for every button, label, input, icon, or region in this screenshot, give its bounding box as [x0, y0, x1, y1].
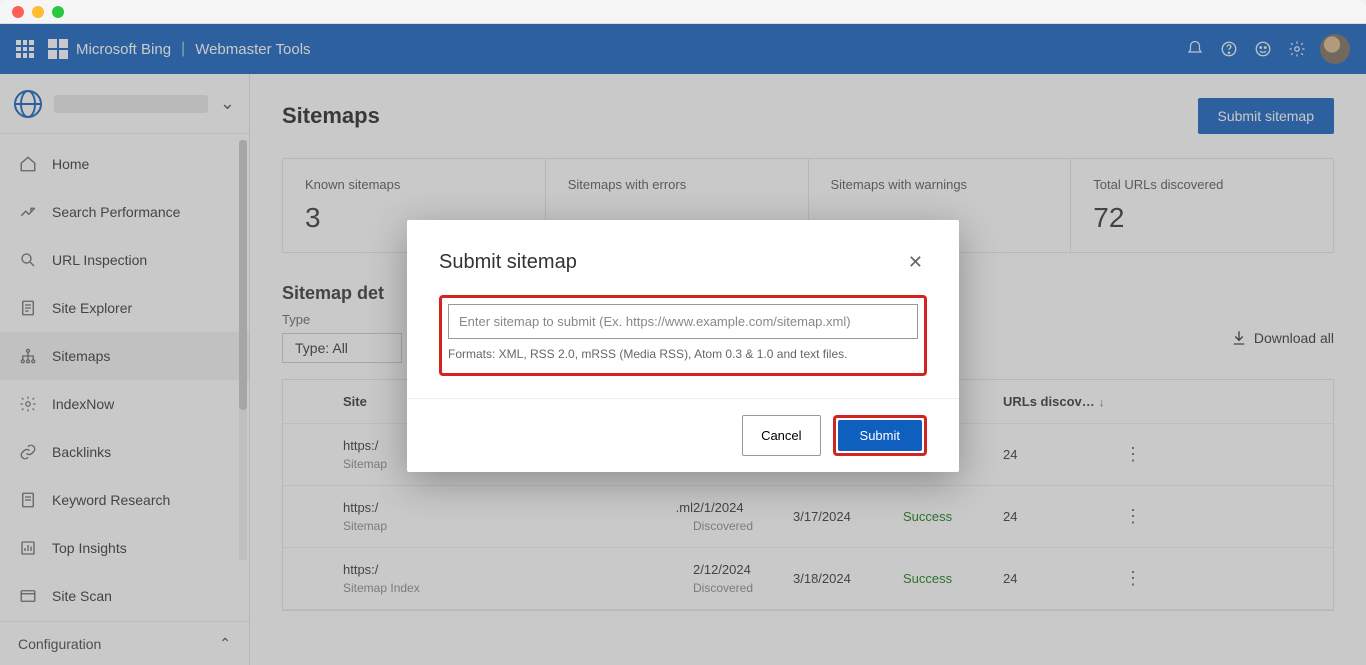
cancel-button[interactable]: Cancel	[742, 415, 820, 456]
submit-button[interactable]: Submit	[838, 420, 922, 451]
formats-hint: Formats: XML, RSS 2.0, mRSS (Media RSS),…	[448, 347, 918, 361]
submit-highlight: Submit	[833, 415, 927, 456]
submit-sitemap-modal: Submit sitemap ✕ Formats: XML, RSS 2.0, …	[407, 220, 959, 472]
window-maximize-button[interactable]	[52, 6, 64, 18]
window-titlebar	[0, 0, 1366, 24]
sitemap-url-input[interactable]	[448, 304, 918, 339]
window-minimize-button[interactable]	[32, 6, 44, 18]
input-highlight: Formats: XML, RSS 2.0, mRSS (Media RSS),…	[439, 295, 927, 376]
modal-title: Submit sitemap	[439, 251, 577, 274]
window-close-button[interactable]	[12, 6, 24, 18]
close-icon[interactable]: ✕	[904, 248, 927, 277]
